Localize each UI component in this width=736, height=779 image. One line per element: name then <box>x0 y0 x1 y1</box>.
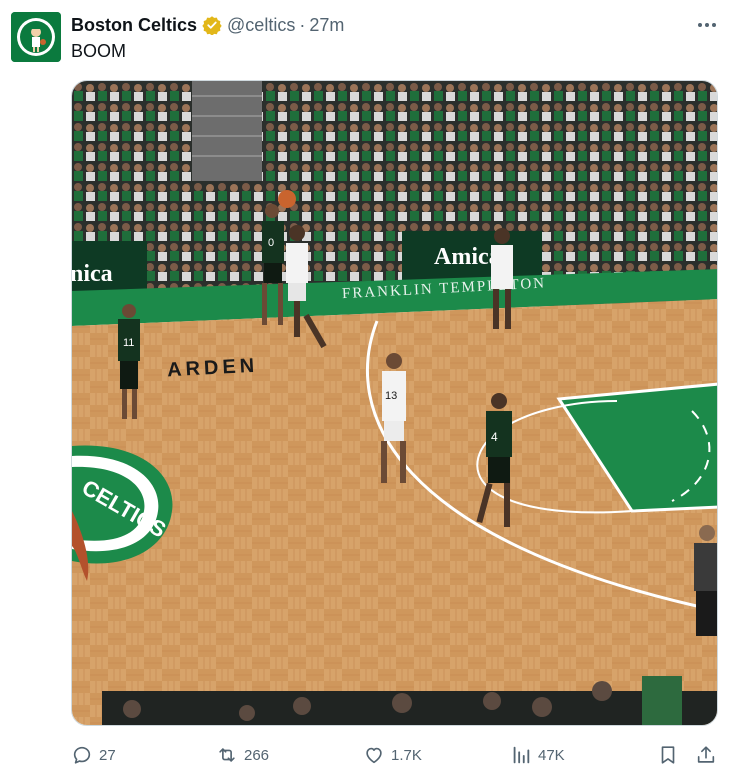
share-button[interactable] <box>695 740 717 770</box>
heart-icon <box>363 744 385 766</box>
handle[interactable]: @celtics <box>227 15 295 36</box>
views-icon <box>510 744 532 766</box>
bookmark-icon <box>657 744 679 766</box>
display-name[interactable]: Boston Celtics <box>71 15 197 36</box>
repost-count: 266 <box>244 746 270 764</box>
reply-count: 27 <box>99 746 116 764</box>
share-icon <box>695 744 717 766</box>
repost-button[interactable]: 266 <box>216 740 269 770</box>
avatar[interactable] <box>11 12 61 62</box>
like-button[interactable]: 1.7K <box>363 740 422 770</box>
signage-left: nica <box>72 261 113 287</box>
video-frame: nica Amica FRANKLIN TEMPLETON ARDEN CELT… <box>72 81 717 725</box>
separator: · <box>299 14 306 35</box>
timestamp[interactable]: 27m <box>309 15 344 36</box>
jersey-opponent-a: 13 <box>385 390 397 402</box>
tweet-header: Boston Celtics @celtics · 27m <box>71 13 344 37</box>
jersey-defender: 11 <box>123 337 134 349</box>
signage-mid: Amica <box>434 244 501 270</box>
tweet-text: BOOM <box>71 41 127 61</box>
views-button[interactable]: 47K <box>510 740 565 770</box>
tweet: Boston Celtics @celtics · 27m BOOM nica … <box>0 0 736 779</box>
tweet-media-video[interactable]: nica Amica FRANKLIN TEMPLETON ARDEN CELT… <box>71 80 718 726</box>
bookmark-button[interactable] <box>657 740 679 770</box>
views-count: 47K <box>538 746 565 764</box>
repost-icon <box>216 744 238 766</box>
celtics-logo-icon <box>11 12 61 62</box>
verified-badge-icon <box>202 15 222 35</box>
jersey-opponent-b: 4 <box>491 430 498 444</box>
reply-button[interactable]: 27 <box>71 740 116 770</box>
reply-icon <box>71 744 93 766</box>
action-bar: 27 266 1.7K 47K <box>71 740 721 770</box>
jersey-shooter: 0 <box>268 237 274 249</box>
more-options-icon[interactable] <box>694 12 720 38</box>
like-count: 1.7K <box>391 746 422 764</box>
